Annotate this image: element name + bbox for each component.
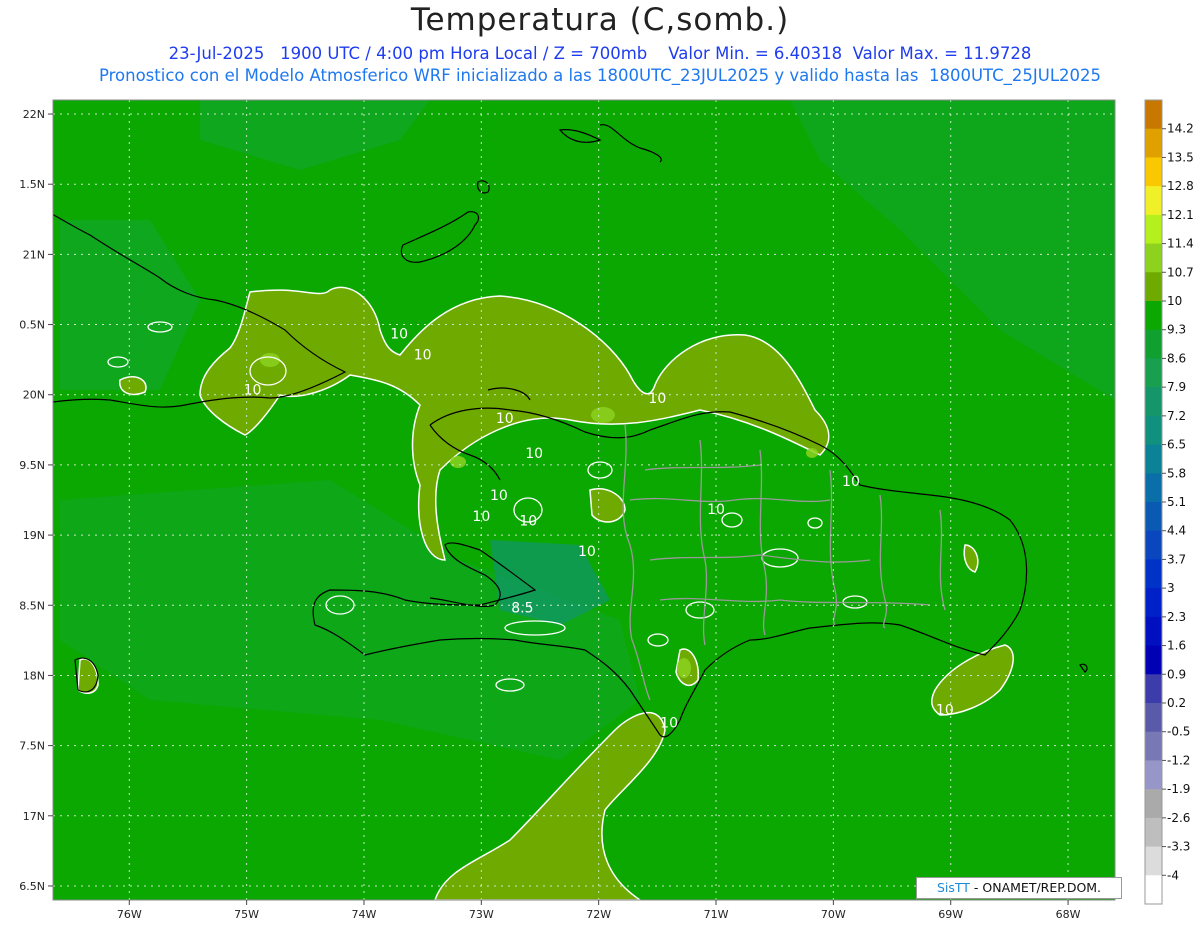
contour-label: 10 [390,327,408,343]
colorbar-swatch [1145,645,1162,675]
lon-tick-label: 75W [234,908,259,921]
colorbar-swatch [1145,703,1162,733]
lon-tick-label: 76W [117,908,142,921]
colorbar-label: 4.4 [1167,524,1186,538]
colorbar-swatch [1145,789,1162,819]
colorbar-swatch [1145,817,1162,848]
colorbar-label: -2.6 [1167,811,1190,825]
lat-tick-label: 19N [23,529,45,542]
contour-label: 10 [842,474,860,490]
colorbar-swatch [1145,186,1162,216]
colorbar-label: 13.5 [1167,150,1194,164]
colorbar-label: 7.9 [1167,380,1186,394]
colorbar-label: 8.6 [1167,351,1186,365]
contour-label: 10 [648,391,666,407]
colorbar-swatch [1145,128,1162,158]
lon-tick-label: 70W [821,908,846,921]
contour-label: 10 [578,544,596,560]
colorbar-swatch [1145,444,1162,474]
latitude-axis: 22N 1.5N 21N 0.5N 20N 9.5N 19N 8.5N 18N 7.5N 17N 6.… [19,108,53,893]
colorbar-label: 5.1 [1167,495,1186,509]
longitude-axis: 76W 75W 74W 73W 72W 71W 70W 69W 68W [117,900,1081,921]
colorbar-label: 2.3 [1167,610,1186,624]
colorbar-label: 10 [1167,294,1182,308]
lon-tick-label: 72W [586,908,611,921]
lat-tick-label: 8.5N [19,599,45,612]
colorbar-swatch [1145,214,1162,245]
credit-text: - ONAMET/REP.DOM. [969,880,1102,895]
colorbar-label: 1.6 [1167,639,1186,653]
colorbar-swatch [1145,358,1162,388]
colorbar-swatch [1145,616,1162,647]
colorbar-swatch [1145,415,1162,446]
colorbar-label: 9.3 [1167,323,1186,337]
colorbar-label: 10.7 [1167,265,1194,279]
colorbar-label: -3.3 [1167,840,1190,854]
credit-box: SisTT - ONAMET/REP.DOM. [916,877,1122,899]
colorbar-swatch [1145,301,1162,331]
temperature-map: 1010101010101010101010108.51010 22N1.5N2… [19,99,1194,921]
colorbar: 14.2 13.5 12.8 12.1 11.4 10.7 10 9.3 8.6 7.9 7.2 6.… [1144,99,1194,905]
colorbar-swatch [1145,559,1162,589]
colorbar-label: 0.9 [1167,667,1186,681]
contour-label: 10 [525,446,543,462]
colorbar-label: 5.8 [1167,466,1186,480]
colorbar-label: -4 [1167,868,1179,882]
lon-tick-label: 69W [938,908,963,921]
credit-brand: SisTT [936,880,970,895]
lat-tick-label: 21N [23,248,45,261]
colorbar-swatch [1145,473,1162,503]
lon-tick-label: 68W [1056,908,1081,921]
lat-tick-label: 18N [23,669,45,682]
colorbar-swatch [1145,530,1162,560]
colorbar-swatch [1145,100,1162,130]
colorbar-label: 0.2 [1167,696,1186,710]
colorbar-swatch [1145,875,1162,905]
colorbar-label: 6.5 [1167,438,1186,452]
lon-tick-label: 73W [469,908,494,921]
colorbar-swatch [1145,731,1162,761]
lat-tick-label: 6.5N [19,880,45,893]
contour-label: 10 [496,411,514,427]
contour-label: 8.5 [511,600,533,616]
colorbar-swatch [1145,846,1162,876]
colorbar-swatch [1145,243,1162,273]
contour-label: 10 [414,348,432,364]
colorbar-swatch [1145,329,1162,359]
colorbar-swatch [1145,760,1162,790]
colorbar-label: -0.5 [1167,725,1190,739]
colorbar-label: 14.2 [1167,122,1194,136]
lat-tick-label: 20N [23,389,45,402]
colorbar-swatch [1145,387,1162,417]
contour-label: 10 [707,502,725,518]
colorbar-swatch [1145,157,1162,187]
lon-tick-label: 71W [704,908,729,921]
contour-label: 10 [936,703,954,719]
contour-label: 10 [472,509,490,525]
colorbar-swatch [1145,502,1162,532]
colorbar-label: 3 [1167,581,1175,595]
colorbar-label: -1.9 [1167,782,1190,796]
colorbar-label: 11.4 [1167,237,1194,251]
contour-label: 10 [490,488,508,504]
lat-tick-label: 17N [23,810,45,823]
lat-tick-label: 7.5N [19,740,45,753]
lat-tick-label: 1.5N [19,178,45,191]
colorbar-label: -1.2 [1167,753,1190,767]
colorbar-label: 12.1 [1167,208,1194,222]
colorbar-label: 12.8 [1167,179,1194,193]
lat-tick-label: 22N [23,108,45,121]
colorbar-swatch [1145,272,1162,302]
colorbar-swatch [1145,674,1162,704]
lon-tick-label: 74W [352,908,377,921]
colorbar-swatch [1145,588,1162,618]
contour-label: 10 [519,513,537,529]
colorbar-label: 3.7 [1167,552,1186,566]
lat-tick-label: 9.5N [19,459,45,472]
contour-label: 10 [660,715,678,731]
colorbar-label: 7.2 [1167,409,1186,423]
lat-tick-label: 0.5N [19,319,45,332]
contour-label: 10 [244,383,262,399]
